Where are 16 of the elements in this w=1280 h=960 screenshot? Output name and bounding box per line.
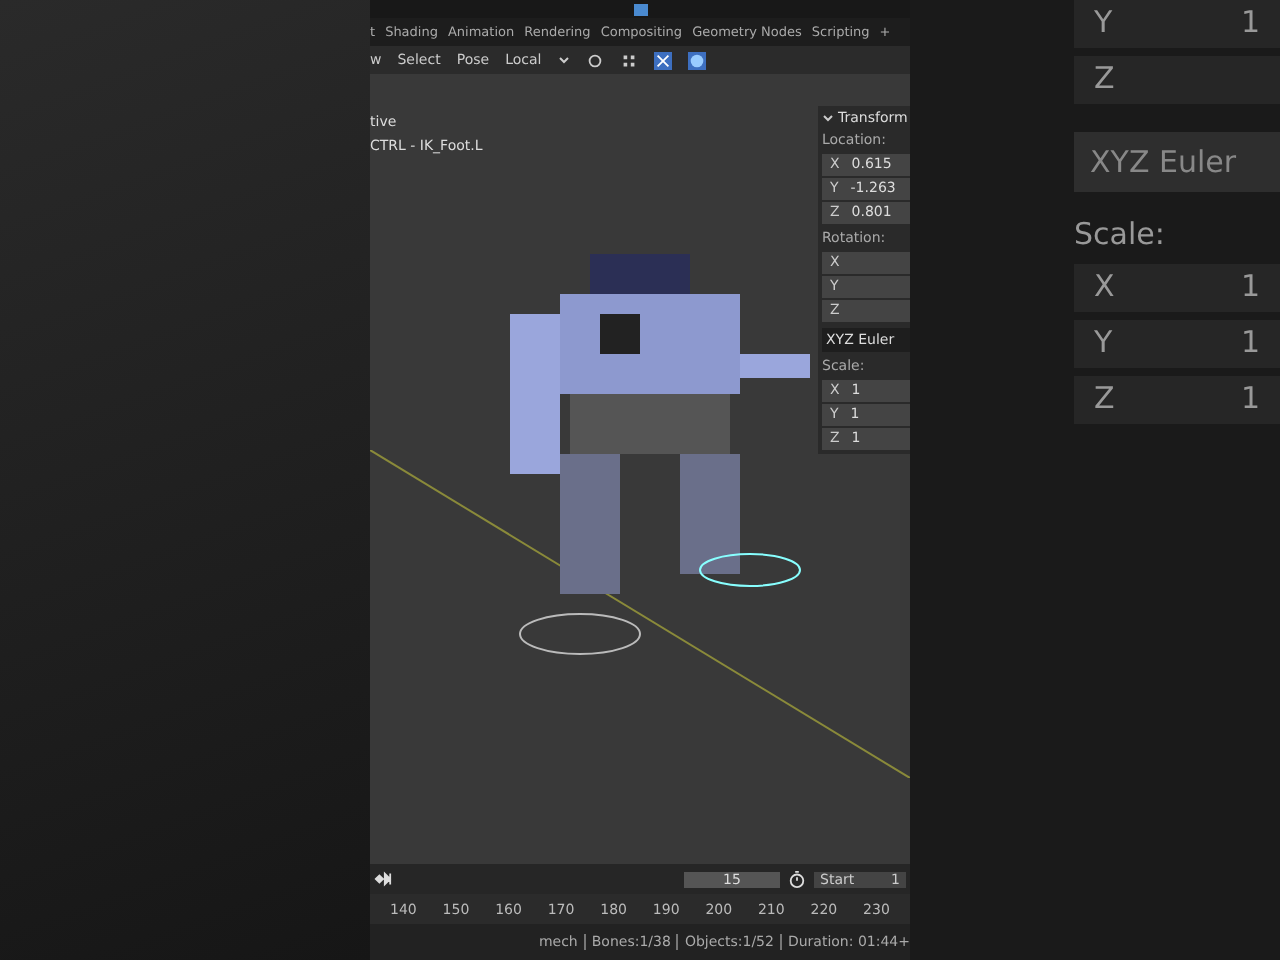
app-icon xyxy=(633,3,647,15)
playback-icon[interactable] xyxy=(374,870,392,888)
blurred-field: Y 1 xyxy=(1074,320,1280,368)
blurred-scale-label: Scale: xyxy=(1074,214,1167,256)
snap-icon[interactable] xyxy=(619,51,638,69)
blurred-field: Z xyxy=(1074,56,1280,104)
pivot-icon[interactable] xyxy=(585,51,604,69)
sphere-icon[interactable] xyxy=(687,51,706,69)
overlay-icon[interactable] xyxy=(653,51,672,69)
blurred-field: Y 1 xyxy=(1074,0,1280,48)
chevron-icon xyxy=(822,114,834,122)
blurred-rotation-mode: XYZ Euler xyxy=(1074,132,1280,192)
chevron-icon xyxy=(557,56,570,64)
stopwatch-icon[interactable] xyxy=(788,870,806,888)
blurred-field: Z 1 xyxy=(1074,376,1280,424)
blurred-field: X 1 xyxy=(1074,264,1280,312)
